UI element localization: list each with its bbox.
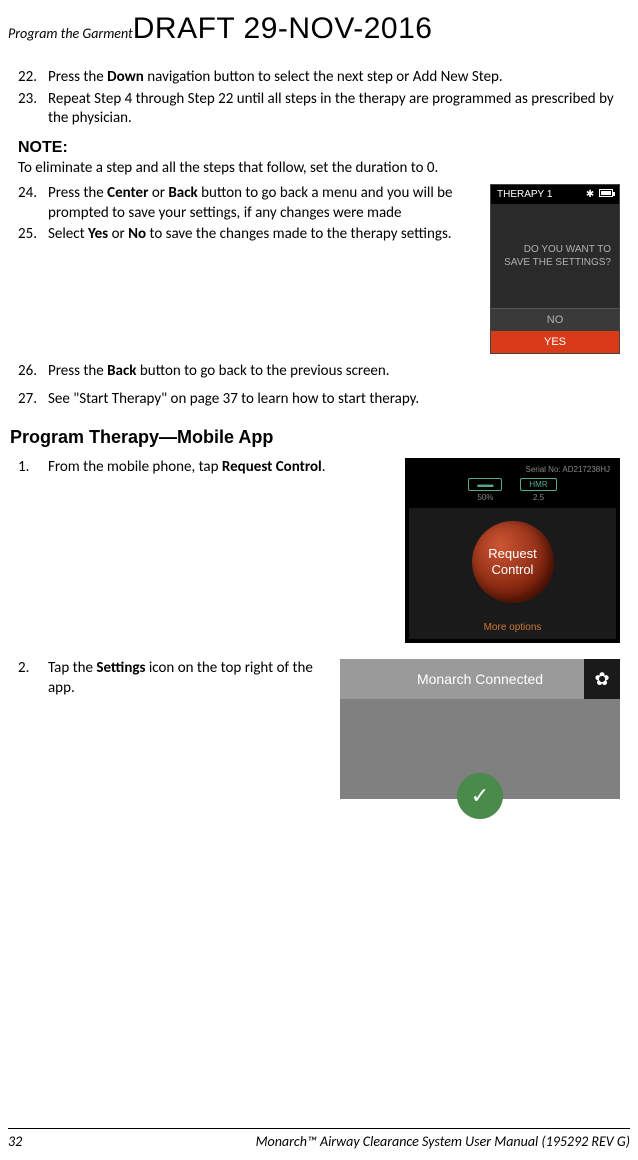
steps-22-23: 22. Press the Down navigation button to … [18, 68, 620, 129]
device-yes-button[interactable]: YES [491, 331, 619, 353]
check-icon: ✓ [471, 783, 489, 809]
header-section-title: Program the Garment [8, 25, 133, 42]
connected-indicator: ✓ [457, 773, 503, 819]
app1-battery-val: 50% [468, 493, 502, 502]
app1-battery-box: ▬▬ [468, 478, 502, 491]
note-label: NOTE: [18, 139, 620, 157]
mobile-step-2-item: 2. Tap the Settings icon on the top righ… [48, 659, 328, 698]
app1-hmr-box: HMR [520, 478, 556, 491]
device-status-icons: ✱ [586, 189, 613, 200]
page-footer: 32 Monarch™ Airway Clearance System User… [8, 1128, 630, 1150]
app2-body: ✓ [340, 699, 620, 799]
mobile-step-1: 1. From the mobile phone, tap Request Co… [18, 458, 393, 478]
gear-icon: ✿ [594, 669, 609, 690]
app-screenshot-request-control: Serial No: AD217238HJ ▬▬ 50% HMR 2.5 Req… [405, 458, 620, 643]
device-statusbar: THERAPY 1 ✱ [491, 185, 619, 204]
app1-hmr-val: 2.5 [520, 493, 556, 502]
app2-header: Monarch Connected ✿ [340, 659, 620, 699]
device-no-button[interactable]: NO [491, 308, 619, 331]
app2-title: Monarch Connected [417, 671, 543, 687]
step-26: 26. Press the Back button to go back to … [48, 362, 620, 382]
app-screenshot-settings: Monarch Connected ✿ ✓ [340, 659, 620, 799]
note-text: To eliminate a step and all the steps th… [18, 159, 620, 179]
device-prompt-text: DO YOU WANT TO SAVE THE SETTINGS? [491, 204, 619, 308]
page-header: Program the Garment DRAFT 29-NOV-2016 [0, 0, 638, 50]
step-25: 25. Select Yes or No to save the changes… [48, 225, 478, 245]
device-screenshot-save-prompt: THERAPY 1 ✱ DO YOU WANT TO SAVE THE SETT… [490, 184, 620, 354]
app1-topbar: Serial No: AD217238HJ ▬▬ 50% HMR 2.5 [409, 462, 616, 508]
draft-watermark: DRAFT 29-NOV-2016 [133, 12, 433, 46]
page-number: 32 [8, 1133, 22, 1150]
footer-manual-title: Monarch™ Airway Clearance System User Ma… [256, 1133, 630, 1150]
steps-26-27: 26. Press the Back button to go back to … [18, 362, 620, 409]
bluetooth-icon: ✱ [586, 189, 594, 200]
settings-button[interactable]: ✿ [584, 659, 620, 699]
device-therapy-title: THERAPY 1 [497, 189, 552, 200]
battery-icon [599, 189, 613, 197]
step-22: 22. Press the Down navigation button to … [48, 68, 620, 88]
app1-serial: Serial No: AD217238HJ [415, 465, 610, 474]
step-27: 27. See "Start Therapy" on page 37 to le… [48, 390, 620, 410]
mobile-app-heading: Program Therapy—Mobile App [10, 427, 620, 448]
app1-more-options[interactable]: More options [409, 616, 616, 639]
mobile-step-2: 2. Tap the Settings icon on the top righ… [18, 659, 328, 698]
steps-24-25: 24. Press the Center or Back button to g… [18, 184, 478, 245]
step-24: 24. Press the Center or Back button to g… [48, 184, 478, 223]
request-control-button[interactable]: Request Control [472, 521, 554, 603]
step-23: 23. Repeat Step 4 through Step 22 until … [48, 90, 620, 129]
mobile-step-1-item: 1. From the mobile phone, tap Request Co… [48, 458, 393, 478]
